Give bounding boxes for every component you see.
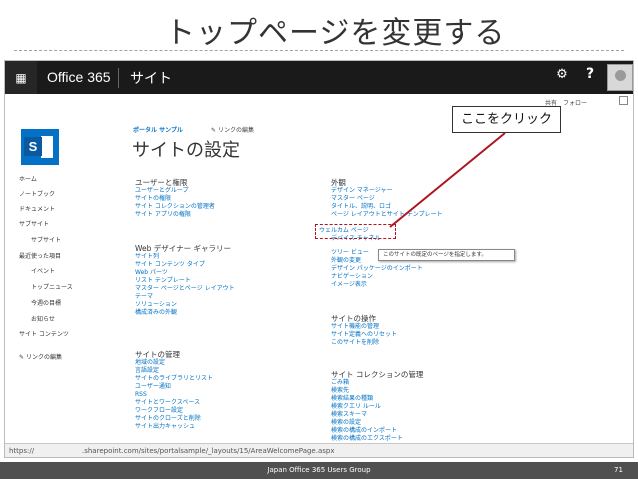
- status-protocol: https://: [9, 447, 35, 455]
- status-url: .sharepoint.com/sites/portalsample/_layo…: [82, 447, 335, 455]
- title-divider: [14, 50, 624, 51]
- browser-status-bar: https:// .sharepoint.com/sites/portalsam…: [5, 443, 633, 457]
- callout-box: ここをクリック: [452, 106, 561, 133]
- page-number: 71: [614, 466, 623, 474]
- slide-title: トップページを変更する: [165, 16, 506, 51]
- slide-footer: Japan Office 365 Users Group 71: [0, 462, 638, 479]
- welcome-page-highlight: [315, 224, 396, 239]
- footer-text: Japan Office 365 Users Group: [267, 466, 371, 474]
- tooltip: このサイトの既定のページを指定します。: [378, 249, 515, 261]
- browser-screenshot: ▦ Office 365 サイト ⚙ ? 共有 フォロー S ポータル サンプル…: [4, 60, 634, 458]
